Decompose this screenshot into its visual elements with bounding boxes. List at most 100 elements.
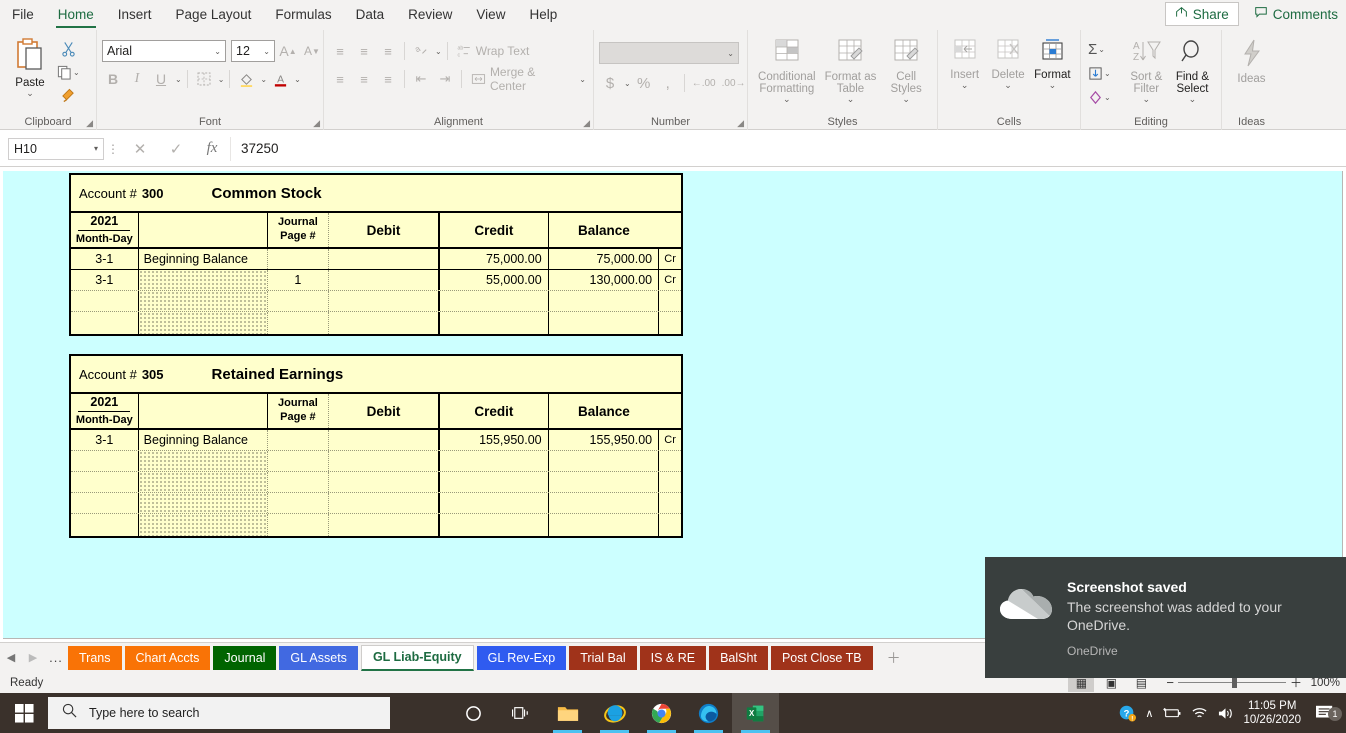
align-bottom-button[interactable]: ≡ (377, 40, 399, 62)
conditional-formatting-caret-icon[interactable]: ⌄ (783, 95, 791, 104)
increase-decimal-button[interactable]: ←.00 (690, 72, 718, 94)
cell-balance[interactable] (549, 312, 660, 334)
table-row[interactable]: 3-1 Beginning Balance 75,000.00 75,000.0… (71, 249, 681, 270)
cell-balance[interactable]: 155,950.00 (549, 430, 660, 450)
ribbon-tab-file[interactable]: File (0, 0, 46, 30)
format-painter-button[interactable] (55, 84, 82, 106)
fill-color-caret-icon[interactable]: ⌄ (260, 75, 267, 84)
align-center-button[interactable]: ≡ (353, 68, 375, 90)
table-row[interactable] (71, 291, 681, 312)
internet-explorer-icon[interactable] (591, 693, 638, 733)
cell-debit[interactable] (329, 312, 441, 334)
cell-credit[interactable] (440, 472, 549, 492)
cell-journal-page[interactable] (268, 249, 329, 269)
sheet-tab-trial-bal[interactable]: Trial Bal (569, 645, 637, 670)
next-sheet-button[interactable]: ▶ (22, 651, 44, 664)
cell-balance[interactable] (549, 291, 660, 311)
ribbon-tab-view[interactable]: View (464, 0, 517, 30)
cell-description[interactable] (138, 514, 269, 536)
action-center-icon[interactable]: 1 (1310, 704, 1342, 722)
format-as-table-button[interactable]: Format as Table ⌄ (821, 34, 881, 104)
bold-button[interactable]: B (102, 68, 124, 90)
formula-input[interactable]: 37250 (230, 136, 1346, 161)
format-cells-caret-icon[interactable]: ⌄ (1049, 81, 1057, 90)
cell-balance[interactable] (549, 451, 660, 471)
excel-icon[interactable]: X (732, 693, 779, 733)
cell-credit[interactable]: 155,950.00 (440, 430, 549, 450)
cell-description[interactable] (138, 270, 269, 290)
share-button[interactable]: Share (1164, 2, 1239, 26)
paste-caret-icon[interactable]: ⌄ (26, 89, 34, 98)
battery-icon[interactable] (1162, 706, 1182, 720)
find-select-caret-icon[interactable]: ⌄ (1189, 95, 1197, 104)
cell-description[interactable] (138, 472, 269, 492)
cell-description[interactable] (138, 451, 269, 471)
cell-date[interactable] (71, 451, 139, 471)
cell-credit[interactable]: 55,000.00 (440, 270, 549, 290)
delete-cells-caret-icon[interactable]: ⌄ (1004, 81, 1012, 90)
currency-format-button[interactable]: $ (599, 72, 621, 94)
copy-caret-icon[interactable]: ⌄ (73, 68, 80, 77)
cell-balance[interactable]: 130,000.00 (549, 270, 660, 290)
sheet-tab-trans[interactable]: Trans (68, 645, 122, 670)
copy-button[interactable]: ⌄ (55, 61, 82, 83)
clipboard-dialog-launcher[interactable]: ◢ (86, 118, 93, 129)
cell-styles-caret-icon[interactable]: ⌄ (902, 95, 910, 104)
paste-button[interactable]: Paste ⌄ (5, 34, 55, 98)
table-row[interactable] (71, 514, 681, 536)
font-color-button[interactable]: A (269, 68, 291, 90)
onedrive-toast-notification[interactable]: Screenshot saved The screenshot was adde… (985, 557, 1346, 678)
orientation-caret-icon[interactable]: ⌄ (435, 47, 442, 56)
underline-button[interactable]: U (150, 68, 172, 90)
clear-button[interactable]: ⌄ (1086, 86, 1124, 108)
cell-description[interactable] (138, 493, 269, 513)
decrease-decimal-button[interactable]: .00→ (720, 72, 748, 94)
cell-balance[interactable]: 75,000.00 (549, 249, 660, 269)
cortana-icon[interactable] (450, 693, 497, 733)
sort-filter-button[interactable]: AZ Sort & Filter ⌄ (1124, 34, 1169, 104)
format-as-table-caret-icon[interactable]: ⌄ (847, 95, 855, 104)
cell-debit[interactable] (329, 472, 441, 492)
name-box[interactable]: H10 ▾ (8, 137, 104, 160)
start-icon[interactable] (0, 693, 48, 733)
sheet-tab-balsht[interactable]: BalSht (709, 645, 768, 670)
borders-button[interactable] (193, 68, 215, 90)
cell-debit[interactable] (329, 249, 441, 269)
table-row[interactable] (71, 312, 681, 334)
font-size-input[interactable]: 12 ⌄ (231, 40, 275, 62)
insert-function-button[interactable]: fx (194, 137, 230, 161)
zoom-slider-thumb[interactable] (1231, 677, 1237, 688)
ribbon-tab-data[interactable]: Data (344, 0, 397, 30)
decrease-font-size-button[interactable]: A ▼ (301, 40, 323, 62)
sort-filter-caret-icon[interactable]: ⌄ (1143, 95, 1151, 104)
decrease-indent-button[interactable]: ⇤ (410, 68, 432, 90)
autosum-caret-icon[interactable]: ⌄ (1098, 45, 1105, 54)
insert-cells-caret-icon[interactable]: ⌄ (961, 81, 969, 90)
cell-date[interactable]: 3-1 (71, 249, 139, 269)
cell-date[interactable] (71, 472, 139, 492)
cell-description[interactable] (138, 291, 269, 311)
cut-button[interactable] (55, 38, 82, 60)
align-right-button[interactable]: ≡ (377, 68, 399, 90)
font-name-input[interactable]: Arial ⌄ (102, 40, 226, 62)
sheet-tab-is-and-re[interactable]: IS & RE (639, 645, 707, 670)
currency-caret-icon[interactable]: ⌄ (624, 79, 631, 88)
orientation-button[interactable]: a (410, 40, 432, 62)
sheet-tab-gl-rev-exp[interactable]: GL Rev-Exp (476, 645, 567, 670)
zoom-level-label[interactable]: 100% (1306, 677, 1340, 689)
cell-balance[interactable] (549, 514, 660, 536)
cell-journal-page[interactable] (268, 472, 329, 492)
help-icon[interactable]: ?! (1119, 705, 1137, 722)
more-sheets-button[interactable]: ... (44, 650, 68, 665)
autosum-button[interactable]: Σ ⌄ (1086, 38, 1124, 60)
wifi-icon[interactable] (1191, 706, 1208, 720)
comments-button[interactable]: Comments (1245, 2, 1346, 26)
cell-credit[interactable] (440, 514, 549, 536)
table-row[interactable] (71, 472, 681, 493)
fill-button[interactable]: ⌄ (1086, 62, 1124, 84)
ribbon-tab-review[interactable]: Review (396, 0, 464, 30)
font-color-caret-icon[interactable]: ⌄ (294, 75, 301, 84)
number-format-select[interactable]: ⌄ (599, 42, 739, 64)
sheet-tab-gl-liab-equity[interactable]: GL Liab-Equity (360, 644, 474, 671)
ribbon-tab-page-layout[interactable]: Page Layout (164, 0, 264, 30)
